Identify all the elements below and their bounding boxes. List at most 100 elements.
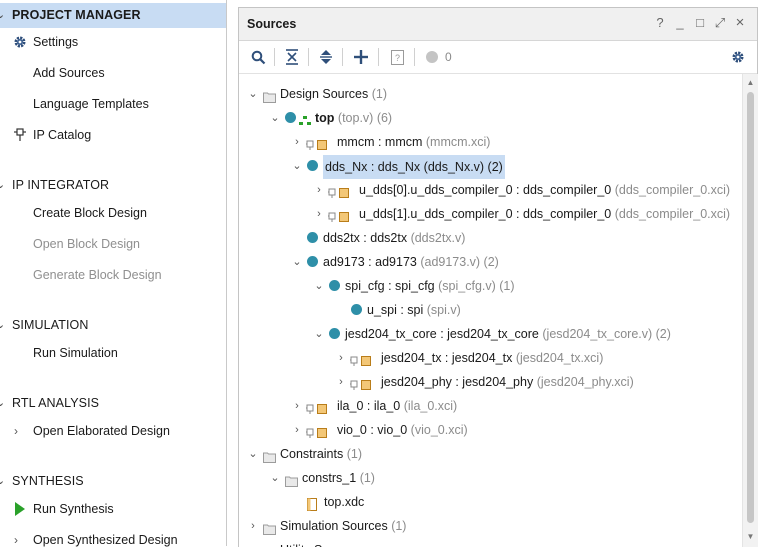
- close-icon[interactable]: ×: [733, 15, 747, 30]
- chevron-right-icon[interactable]: ›: [313, 179, 325, 201]
- chevron-down-icon[interactable]: ⌄: [313, 275, 325, 297]
- toolbar-separator: [274, 48, 275, 66]
- chevron-down-icon[interactable]: ⌄: [247, 83, 259, 105]
- message-count: 0: [445, 50, 452, 64]
- tree-node-vio-0[interactable]: › vio_0 : vio_0 (vio_0.xci): [239, 419, 742, 441]
- module-dot-icon: [307, 160, 318, 171]
- svg-text:?: ?: [394, 53, 399, 63]
- folder-icon: [263, 520, 276, 535]
- tree-node-top-xdc[interactable]: top.xdc: [239, 491, 742, 513]
- gear-icon[interactable]: [729, 48, 747, 66]
- nav-item-add-sources[interactable]: Add Sources: [0, 62, 226, 84]
- chevron-right-icon[interactable]: ›: [335, 371, 347, 393]
- tree-node-jesd204-tx[interactable]: › jesd204_tx : jesd204_tx (jesd204_tx.xc…: [239, 347, 742, 369]
- panel-titlebar: Sources ? _ □ ⤢ ×: [239, 8, 757, 41]
- tree-node-dds-nx[interactable]: ⌄ dds_Nx : dds_Nx (dds_Nx.v) (2): [239, 155, 742, 179]
- nav-item-open-block-design[interactable]: Open Block Design: [0, 233, 226, 255]
- properties-icon[interactable]: ?: [388, 48, 406, 66]
- nav-item-ip-catalog[interactable]: IP Catalog: [0, 124, 226, 146]
- sources-toolbar: ? 0: [239, 41, 757, 74]
- nav-item-settings[interactable]: Settings: [0, 31, 226, 53]
- run-play-icon: [12, 501, 28, 517]
- tree-node-top[interactable]: ⌄ top (top.v) (6): [239, 107, 742, 129]
- section-rtl-analysis[interactable]: ⌄ RTL ANALYSIS: [0, 392, 226, 414]
- collapse-arrow-icon: ⌄: [0, 397, 6, 409]
- add-icon[interactable]: [352, 48, 370, 66]
- tree-node-u-dds-0[interactable]: › u_dds[0].u_dds_compiler_0 : dds_compil…: [239, 179, 742, 201]
- float-window-icon[interactable]: ⤢: [713, 16, 727, 30]
- tree-node-mmcm[interactable]: › mmcm : mmcm (mmcm.xci): [239, 131, 742, 153]
- chevron-right-icon[interactable]: ›: [291, 131, 303, 153]
- module-dot-icon: [329, 328, 340, 339]
- tree-node-u-spi[interactable]: u_spi : spi (spi.v): [239, 299, 742, 321]
- chevron-down-icon[interactable]: ⌄: [269, 107, 281, 129]
- nav-item-language-templates[interactable]: Language Templates: [0, 93, 226, 115]
- collapse-arrow-icon: ⌄: [0, 319, 6, 331]
- chevron-right-icon[interactable]: ›: [313, 203, 325, 225]
- nav-item-create-block-design[interactable]: Create Block Design: [0, 202, 226, 224]
- collapse-all-icon[interactable]: [283, 48, 301, 66]
- tree-node-jesd204-phy[interactable]: › jesd204_phy : jesd204_phy (jesd204_phy…: [239, 371, 742, 393]
- module-dot-icon: [307, 256, 318, 267]
- scrollbar-thumb[interactable]: [747, 92, 754, 523]
- status-circle-icon[interactable]: [423, 48, 441, 66]
- flow-navigator: ⌄ PROJECT MANAGER Settings Add Sources L…: [0, 0, 226, 547]
- module-dot-icon: [307, 232, 318, 243]
- tree-node-constraints[interactable]: ⌄ Constraints (1): [239, 443, 742, 465]
- tree-node-simulation-sources[interactable]: › Simulation Sources (1): [239, 515, 742, 537]
- ip-core-icon: [328, 208, 349, 222]
- panel-divider[interactable]: [226, 0, 227, 546]
- nav-item-run-simulation[interactable]: Run Simulation: [0, 342, 226, 364]
- tree-node-u-dds-1[interactable]: › u_dds[1].u_dds_compiler_0 : dds_compil…: [239, 203, 742, 225]
- folder-icon: [263, 448, 276, 463]
- chevron-down-icon[interactable]: ⌄: [269, 467, 281, 489]
- chevron-right-icon[interactable]: ›: [247, 515, 259, 537]
- chevron-down-icon[interactable]: ⌄: [291, 155, 303, 177]
- chevron-down-icon[interactable]: ⌄: [291, 251, 303, 273]
- toolbar-separator: [378, 48, 379, 66]
- plug-icon: [12, 127, 28, 143]
- section-simulation[interactable]: ⌄ SIMULATION: [0, 314, 226, 336]
- chevron-right-icon[interactable]: ›: [291, 395, 303, 417]
- nav-item-run-synthesis[interactable]: Run Synthesis: [0, 498, 226, 520]
- nav-item-generate-block-design[interactable]: Generate Block Design: [0, 264, 226, 286]
- chevron-right-icon[interactable]: ›: [335, 347, 347, 369]
- constraint-file-icon: [306, 496, 318, 511]
- tree-node-ad9173[interactable]: ⌄ ad9173 : ad9173 (ad9173.v) (2): [239, 251, 742, 273]
- tree-node-dds2tx[interactable]: dds2tx : dds2tx (dds2tx.v): [239, 227, 742, 249]
- maximize-icon[interactable]: □: [693, 16, 707, 30]
- folder-icon: [263, 88, 276, 103]
- scroll-down-icon[interactable]: ▼: [746, 532, 755, 541]
- ip-core-icon: [306, 136, 327, 150]
- help-icon[interactable]: ?: [653, 16, 667, 30]
- chevron-right-icon[interactable]: ›: [14, 420, 18, 442]
- chevron-right-icon[interactable]: ›: [14, 529, 18, 551]
- tree-node-spi-cfg[interactable]: ⌄ spi_cfg : spi_cfg (spi_cfg.v) (1): [239, 275, 742, 297]
- section-project-manager[interactable]: ⌄ PROJECT MANAGER: [0, 3, 226, 28]
- expand-all-icon[interactable]: [317, 48, 335, 66]
- module-dot-icon: [351, 304, 362, 315]
- tree-node-ila-0[interactable]: › ila_0 : ila_0 (ila_0.xci): [239, 395, 742, 417]
- minimize-icon[interactable]: _: [673, 16, 687, 30]
- panel-title: Sources: [247, 17, 297, 31]
- ip-core-icon: [306, 424, 327, 438]
- tree-node-design-sources[interactable]: ⌄ Design Sources (1): [239, 83, 742, 105]
- vertical-scrollbar[interactable]: ▲ ▼: [742, 74, 758, 547]
- collapse-arrow-icon: ⌄: [0, 9, 6, 21]
- tree-node-constrs-1[interactable]: ⌄ constrs_1 (1): [239, 467, 742, 489]
- scroll-up-icon[interactable]: ▲: [746, 78, 755, 87]
- ip-core-icon: [306, 400, 327, 414]
- sources-tree: ⌄ Design Sources (1) ⌄ top (top.v) (6) ›…: [239, 74, 742, 547]
- toolbar-separator: [414, 48, 415, 66]
- section-ip-integrator[interactable]: ⌄ IP INTEGRATOR: [0, 174, 226, 196]
- search-icon[interactable]: [249, 48, 267, 66]
- chevron-down-icon[interactable]: ⌄: [313, 323, 325, 345]
- chevron-down-icon[interactable]: ⌄: [247, 443, 259, 465]
- section-synthesis[interactable]: ⌄ SYNTHESIS: [0, 470, 226, 492]
- toolbar-separator: [308, 48, 309, 66]
- nav-item-open-synthesized-design[interactable]: › Open Synthesized Design: [0, 529, 226, 551]
- nav-item-open-elaborated-design[interactable]: › Open Elaborated Design: [0, 420, 226, 442]
- tree-node-jesd204-tx-core[interactable]: ⌄ jesd204_tx_core : jesd204_tx_core (jes…: [239, 323, 742, 345]
- gear-icon: [12, 34, 28, 50]
- chevron-right-icon[interactable]: ›: [291, 419, 303, 441]
